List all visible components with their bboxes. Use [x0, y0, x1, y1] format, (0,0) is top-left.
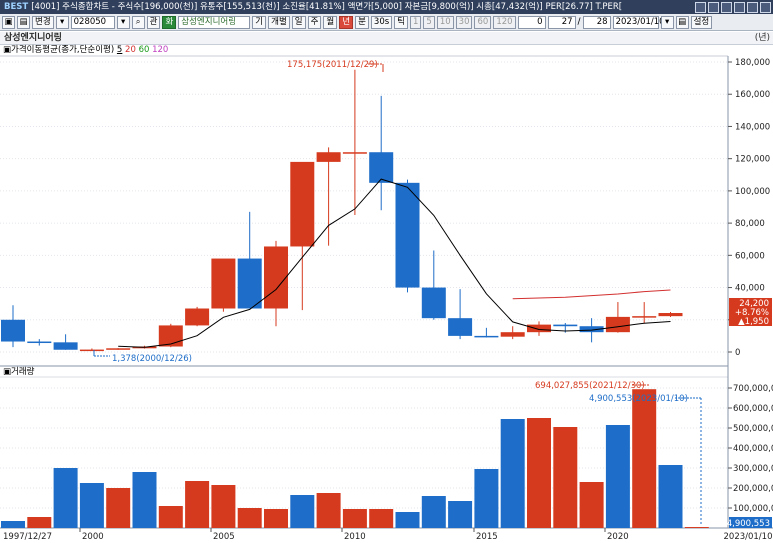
x-tick-label: 1997/12/27 — [3, 532, 52, 542]
volume-tick-label: 700,000,00 — [733, 384, 773, 394]
high-label: 175,175(2011/12/29) — [287, 60, 378, 70]
candle-body-2002 — [106, 348, 131, 350]
candle-body-2021 — [605, 316, 630, 333]
current-price-box: 24,200 +8.76% ▲1,950 — [729, 298, 772, 327]
volume-bar-18 — [474, 469, 499, 528]
volume-bar-10 — [264, 509, 288, 528]
volume-bar-22 — [579, 482, 604, 528]
candle-body-1999 — [27, 341, 52, 344]
candle-body-2007 — [237, 258, 262, 309]
price-tick-label: 0 — [735, 348, 740, 358]
volume-bar-26 — [684, 527, 709, 529]
current-change: ▲1,950 — [738, 317, 769, 327]
volume-max-annotation: 694,027,855(2021/12/30) — [535, 381, 649, 391]
low-label: 1,378(2000/12/26) — [112, 354, 192, 364]
current-volume-box: 4,900,553 — [727, 517, 772, 529]
volume-bar-7 — [185, 481, 210, 528]
candle-body-2015 — [448, 318, 473, 336]
x-tick-label: 2000 — [82, 532, 104, 542]
x-tick-label: 2023/01/10 — [724, 532, 773, 542]
current-volume: 4,900,553 — [727, 519, 770, 529]
candle-body-2011 — [342, 152, 367, 154]
candle-body-2005 — [185, 308, 210, 326]
candle-body-2018 — [527, 324, 551, 333]
volume-bar-25 — [658, 465, 683, 528]
volume-bar-13 — [342, 509, 367, 528]
volume-current-label: 4,900,553(2023/01/10) — [589, 394, 688, 404]
price-tick-label: 180,000 — [735, 58, 770, 68]
volume-bar-0 — [1, 521, 25, 528]
volume-bar-19 — [500, 419, 525, 528]
volume-bar-14 — [369, 509, 394, 528]
price-tick-label: 160,000 — [735, 90, 770, 100]
x-tick-label: 2010 — [344, 532, 366, 542]
candle-body-2008 — [264, 246, 288, 309]
price-tick-label: 120,000 — [735, 155, 770, 165]
candle-body-2019 — [553, 324, 578, 327]
volume-tick-label: 100,000,00 — [733, 504, 773, 514]
volume-bar-20 — [527, 418, 551, 528]
price-tick-label: 80,000 — [735, 219, 765, 229]
volume-bar-1 — [27, 517, 52, 528]
volume-tick-label: 400,000,00 — [733, 444, 773, 454]
ma20-line — [512, 289, 671, 300]
volume-tick-label: 300,000,00 — [733, 464, 773, 474]
volume-bar-24 — [632, 389, 657, 528]
volume-bar-23 — [605, 425, 630, 528]
volume-bar-9 — [237, 508, 262, 528]
candle-body-2009 — [290, 161, 315, 247]
candle-body-2001 — [79, 349, 104, 352]
candle-body-2000 — [53, 342, 78, 350]
volume-bar-2 — [53, 468, 78, 528]
volume-bar-16 — [421, 496, 446, 528]
candle-body-2013 — [395, 182, 420, 288]
volume-tick-label: 200,000,00 — [733, 484, 773, 494]
volume-tick-label: 500,000,00 — [733, 424, 773, 434]
price-tick-label: 40,000 — [735, 284, 765, 294]
volume-bar-17 — [448, 501, 473, 528]
volume-bar-6 — [158, 506, 183, 528]
volume-tick-label: 600,000,00 — [733, 404, 773, 414]
candle-body-2004 — [158, 325, 183, 347]
price-tick-label: 60,000 — [735, 251, 765, 261]
candle-body-2023 — [658, 313, 683, 317]
volume-bar-11 — [290, 495, 315, 528]
candle-body-2006 — [211, 258, 236, 309]
candle-body-2017 — [500, 332, 525, 337]
candle-body-2012 — [369, 152, 394, 183]
candle-body-2010 — [316, 152, 341, 162]
chart-canvas[interactable]: 180,000 160,000 140,000 120,000 100,000 80,00… — [0, 0, 773, 543]
volume-bar-4 — [106, 488, 131, 528]
volume-bar-21 — [553, 427, 578, 528]
x-tick-label: 2005 — [213, 532, 235, 542]
x-tick-label: 2015 — [476, 532, 498, 542]
volume-bar-12 — [316, 493, 341, 528]
volume-bar-5 — [132, 472, 157, 528]
x-tick-label: 2020 — [607, 532, 629, 542]
volume-bar-8 — [211, 485, 236, 528]
volume-bar-3 — [79, 483, 104, 528]
candle-body-1998 — [1, 319, 25, 342]
candle-body-2016 — [474, 335, 499, 338]
candle-body-2022 — [632, 316, 657, 318]
candle-body-2014 — [421, 287, 446, 319]
high-annotation: 175,175(2011/12/29) — [287, 60, 384, 72]
volume-max-label: 694,027,855(2021/12/30) — [535, 381, 645, 391]
price-tick-label: 140,000 — [735, 122, 770, 132]
volume-bar-15 — [395, 512, 420, 528]
price-tick-label: 100,000 — [735, 187, 770, 197]
